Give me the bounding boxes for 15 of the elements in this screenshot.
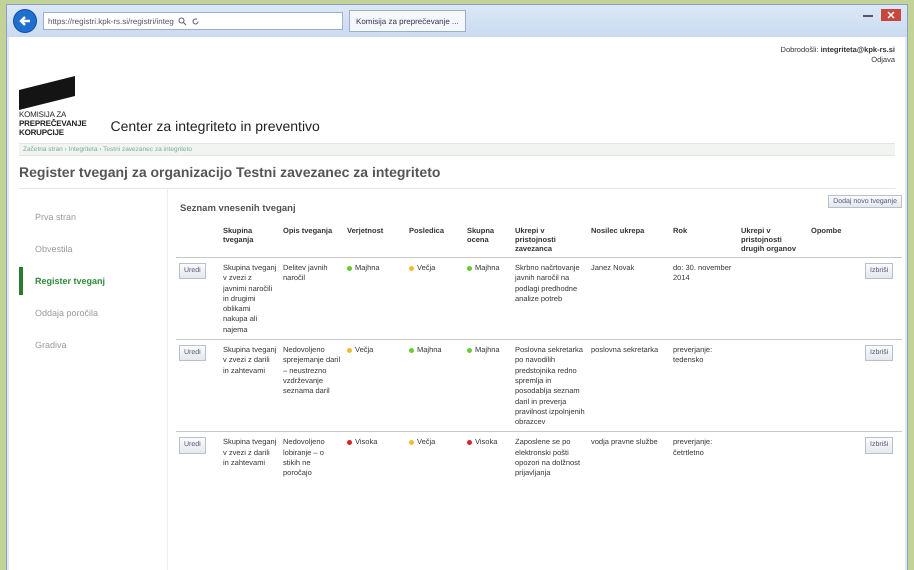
refresh-icon[interactable]	[190, 16, 200, 26]
close-icon[interactable]	[881, 9, 901, 21]
page-title: Register tveganj za organizacijo Testni zavezanec za integriteto	[19, 164, 895, 189]
arrow-icon	[18, 14, 32, 28]
back-button[interactable]	[13, 9, 37, 33]
logo-text: KOMISIJA ZA	[19, 110, 66, 119]
browser-tab[interactable]: Komisija za preprečevanje ...	[349, 10, 466, 32]
address-field[interactable]: https://registri.kpk-rs.si/registri/integ	[43, 12, 343, 30]
logo-icon	[19, 76, 77, 110]
logo-text: KORUPCIJE	[19, 128, 65, 137]
logo-text: PREPREČEVANJE	[19, 119, 86, 128]
site-title: Center za integriteto in preventivo	[110, 118, 320, 134]
section-title: Seznam vnesenih tveganj	[180, 203, 296, 214]
sidebar-item[interactable]: Register tveganj	[19, 267, 167, 295]
search-icon[interactable]	[178, 16, 187, 26]
